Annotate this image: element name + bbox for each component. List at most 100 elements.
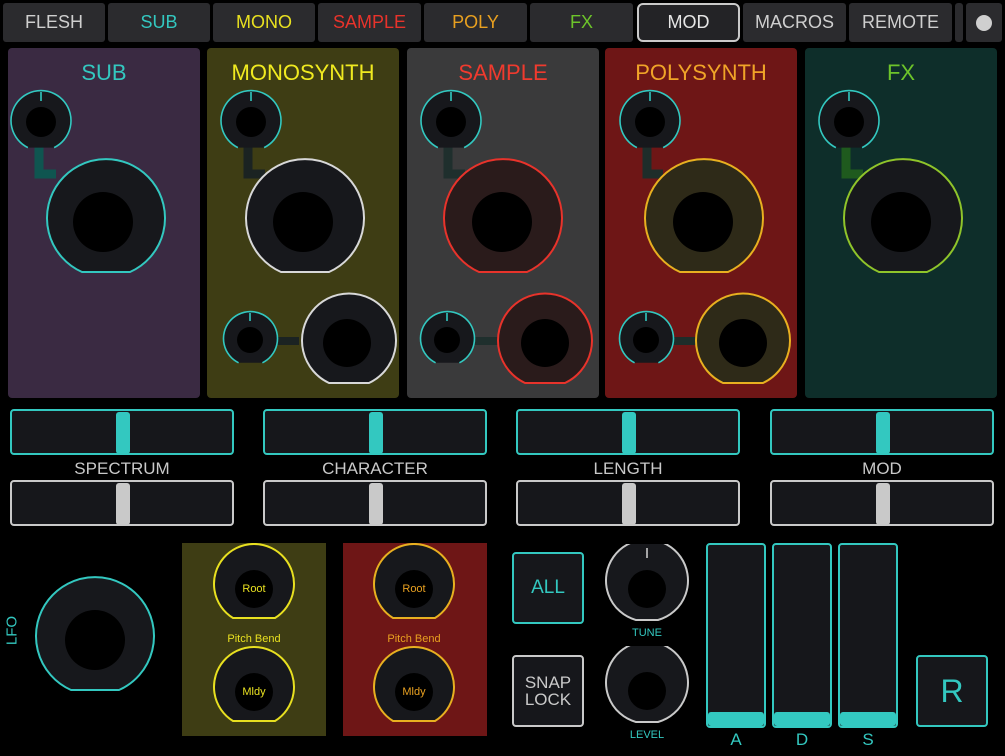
panel-knobs	[419, 89, 593, 384]
level-knob[interactable]	[602, 646, 692, 732]
mldy-knob[interactable]	[213, 645, 295, 722]
tab-label: REMOTE	[861, 12, 939, 32]
main-knob[interactable]	[843, 158, 963, 273]
spectrum-slider[interactable]	[10, 480, 234, 526]
panel-sample: SAMPLE	[407, 48, 599, 398]
root-knob[interactable]	[373, 543, 455, 619]
lower-knob[interactable]	[497, 292, 593, 384]
pitch-bend-label: Pitch Bend	[387, 633, 441, 645]
release-button[interactable]: R	[916, 655, 988, 727]
panel-knobs	[220, 89, 397, 384]
root-label: Root	[402, 583, 426, 595]
mod-mod-slider[interactable]	[770, 409, 994, 455]
small-mod-knob[interactable]	[10, 89, 72, 149]
tab-mod[interactable]: MOD	[637, 3, 740, 42]
length-mod-slider[interactable]	[516, 409, 740, 455]
lower-knob[interactable]	[695, 292, 791, 384]
attack-slider[interactable]	[706, 543, 766, 728]
decay-slider[interactable]	[772, 543, 832, 728]
tab-flesh[interactable]: FLESH	[3, 3, 105, 42]
lower-mod-knob[interactable]	[222, 310, 279, 364]
panel-knobs	[618, 89, 791, 384]
tab-label: SUB	[140, 12, 178, 32]
panel-fx: FX	[805, 48, 997, 398]
slider-thumb[interactable]	[116, 483, 130, 525]
spectrum-mod-slider[interactable]	[10, 409, 234, 455]
snap-lock-button[interactable]: SNAP LOCK	[512, 655, 584, 727]
macro-label-spectrum: SPECTRUM	[74, 459, 170, 478]
tab-sub[interactable]: SUB	[108, 3, 210, 42]
sustain-fill	[840, 712, 896, 726]
character-mod-slider[interactable]	[263, 409, 487, 455]
tab-label: POLY	[452, 12, 499, 32]
macro-label-length: LENGTH	[593, 459, 663, 478]
sustain-slider[interactable]	[838, 543, 898, 728]
character-slider[interactable]	[263, 480, 487, 526]
tab-macros[interactable]: MACROS	[743, 3, 846, 42]
mldy-knob[interactable]	[373, 645, 455, 722]
macro-label-character: CHARACTER	[322, 459, 428, 478]
pitch-panel-poly: Root Pitch Bend Mldy	[343, 543, 487, 736]
tab-label: MONO	[236, 12, 292, 32]
slider-thumb[interactable]	[622, 483, 636, 525]
all-button-label: ALL	[531, 577, 565, 598]
tab-mono[interactable]: MONO	[213, 3, 315, 42]
small-mod-knob[interactable]	[818, 89, 880, 149]
panel-polysynth: POLYSYNTH	[605, 48, 797, 398]
attack-fill	[708, 712, 764, 726]
record-dot-icon	[976, 14, 992, 31]
tune-label: TUNE	[632, 627, 662, 639]
tab-divider	[955, 3, 963, 42]
slider-thumb[interactable]	[369, 483, 383, 525]
slider-thumb[interactable]	[116, 412, 130, 454]
decay-label: D	[795, 730, 809, 749]
small-mod-knob[interactable]	[420, 89, 482, 149]
attack-label: A	[730, 730, 742, 749]
lfo-label: LFO	[3, 615, 21, 646]
slider-thumb[interactable]	[876, 412, 890, 454]
decay-fill	[774, 712, 830, 726]
snap-lock-label: SNAP LOCK	[524, 673, 572, 709]
tab-label: FLESH	[24, 12, 84, 32]
tune-knob[interactable]	[602, 544, 692, 630]
root-knob[interactable]	[213, 543, 295, 619]
record-button[interactable]	[966, 3, 1002, 42]
small-mod-knob[interactable]	[220, 89, 282, 149]
tab-label: MACROS	[754, 12, 834, 32]
sustain-label: S	[862, 730, 874, 749]
main-knob[interactable]	[644, 158, 764, 273]
macro-label-mod: MOD	[862, 459, 902, 478]
tab-poly[interactable]: POLY	[424, 3, 527, 42]
panel-knobs	[818, 89, 963, 273]
pitch-bend-label: Pitch Bend	[227, 633, 281, 645]
all-button[interactable]: ALL	[512, 552, 584, 624]
panel-sub: SUB	[8, 48, 200, 398]
small-mod-knob[interactable]	[619, 89, 681, 149]
tab-sample[interactable]: SAMPLE	[318, 3, 421, 42]
length-slider[interactable]	[516, 480, 740, 526]
panel-knobs	[10, 89, 166, 273]
main-knob[interactable]	[443, 158, 563, 273]
tab-remote[interactable]: REMOTE	[849, 3, 952, 42]
root-label: Root	[242, 583, 266, 595]
level-label: LEVEL	[629, 729, 665, 741]
tab-label: SAMPLE	[332, 12, 407, 32]
mod-slider[interactable]	[770, 480, 994, 526]
pitch-panel-mono: Root Pitch Bend Mldy	[182, 543, 326, 736]
tab-label: FX	[569, 12, 593, 32]
main-knob[interactable]	[245, 158, 365, 273]
lower-mod-knob[interactable]	[419, 310, 476, 364]
mldy-label: Mldy	[242, 686, 266, 698]
release-button-label: R	[940, 672, 964, 709]
mldy-label: Mldy	[402, 686, 426, 698]
lower-mod-knob[interactable]	[618, 310, 675, 364]
slider-thumb[interactable]	[369, 412, 383, 454]
slider-thumb[interactable]	[876, 483, 890, 525]
tab-fx[interactable]: FX	[530, 3, 633, 42]
panel-monosynth: MONOSYNTH	[207, 48, 399, 398]
main-knob[interactable]	[46, 158, 166, 273]
tab-label: MOD	[667, 12, 710, 32]
lfo-knob[interactable]	[28, 576, 160, 700]
slider-thumb[interactable]	[622, 412, 636, 454]
lower-knob[interactable]	[301, 292, 397, 384]
